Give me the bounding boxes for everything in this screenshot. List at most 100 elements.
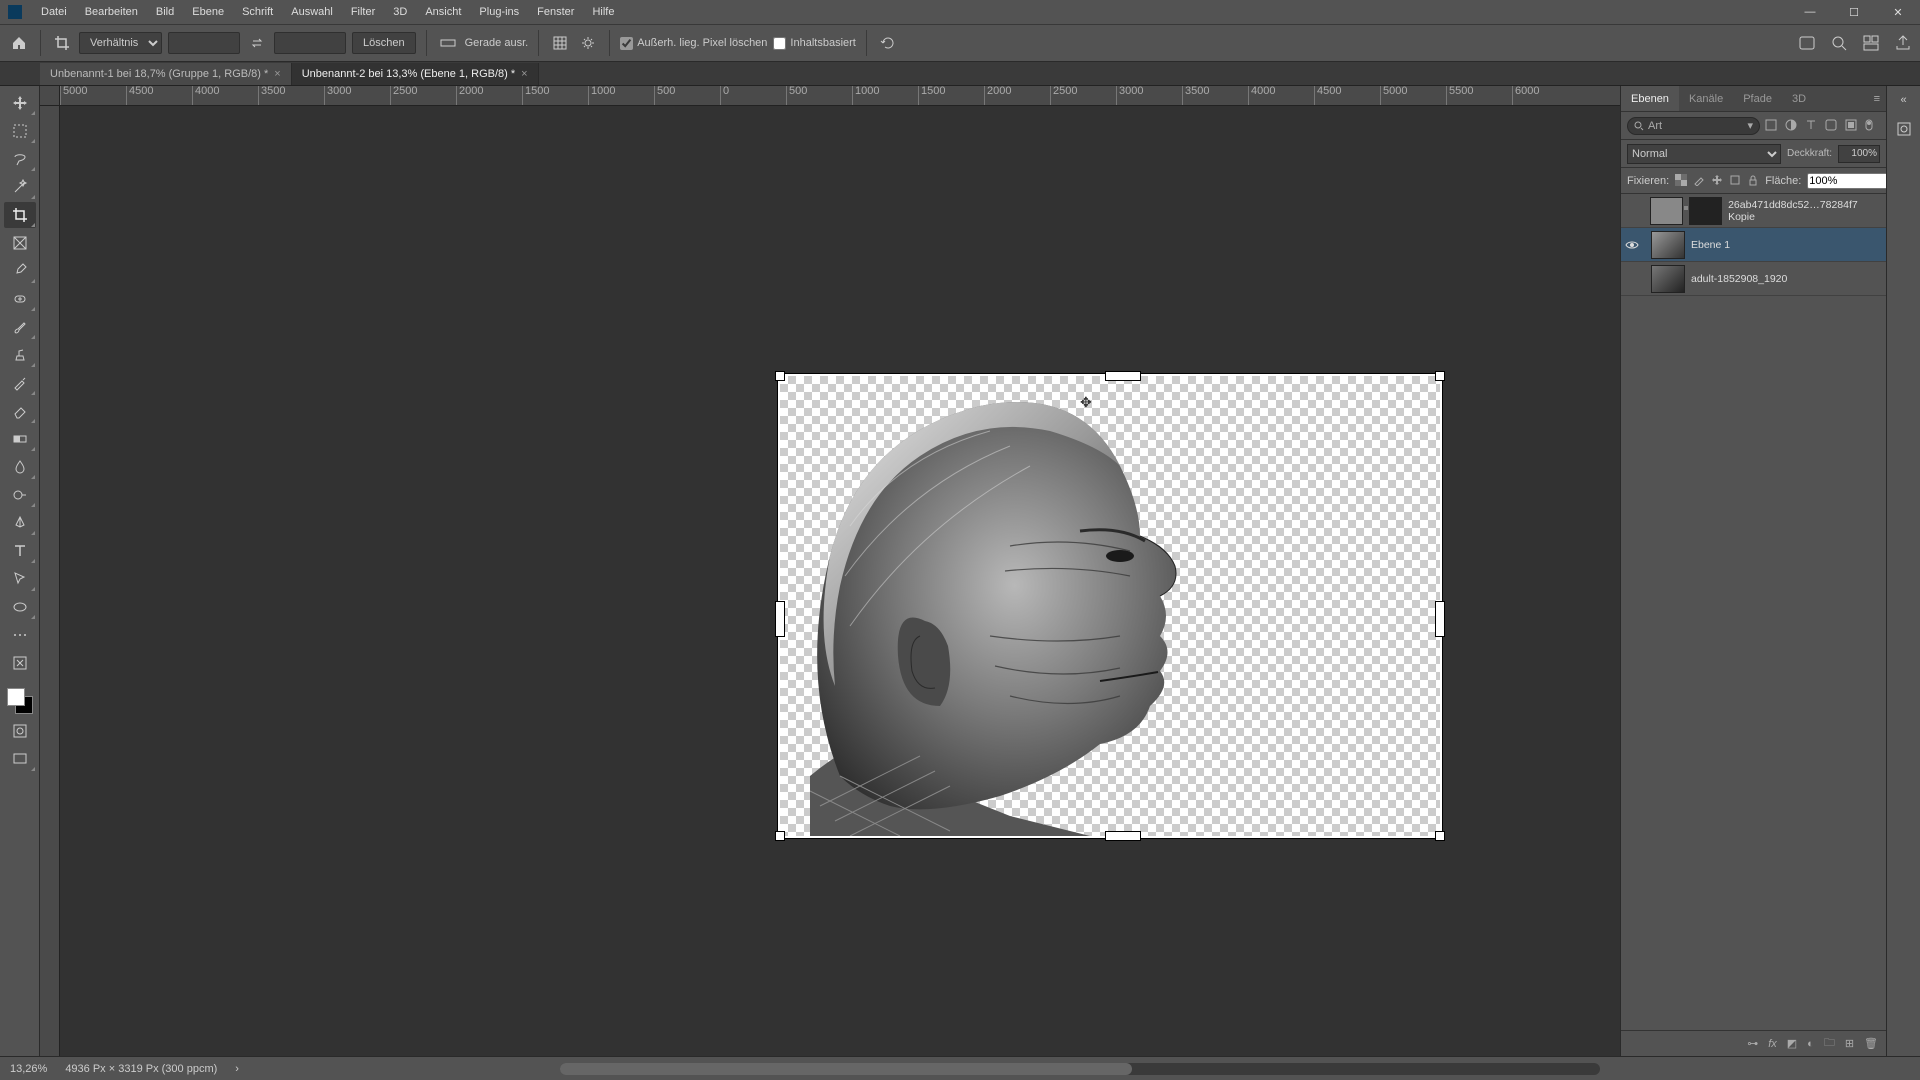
new-layer-icon[interactable]: ⊞ xyxy=(1845,1037,1854,1050)
menu-filter[interactable]: Filter xyxy=(342,6,384,18)
filter-adjust-icon[interactable] xyxy=(1784,118,1800,134)
filter-toggle[interactable] xyxy=(1864,118,1880,134)
menu-plugins[interactable]: Plug-ins xyxy=(470,6,528,18)
frame-tool[interactable] xyxy=(4,230,36,256)
tab-paths[interactable]: Pfade xyxy=(1733,86,1782,111)
search-icon[interactable] xyxy=(1830,34,1848,52)
home-icon[interactable] xyxy=(8,32,30,54)
window-close-button[interactable]: ✕ xyxy=(1876,0,1920,24)
layer-row[interactable]: Ebene 1 xyxy=(1621,228,1886,262)
layer-row[interactable]: 26ab471dd8dc52…78284f7 Kopie xyxy=(1621,194,1886,228)
straighten-icon[interactable] xyxy=(437,32,459,54)
info-chevron-icon[interactable]: › xyxy=(235,1063,239,1075)
clone-stamp-tool[interactable] xyxy=(4,342,36,368)
menu-3d[interactable]: 3D xyxy=(384,6,416,18)
menu-type[interactable]: Schrift xyxy=(233,6,282,18)
eraser-tool[interactable] xyxy=(4,398,36,424)
clear-button[interactable]: Löschen xyxy=(352,32,416,54)
layer-name[interactable]: adult-1852908_1920 xyxy=(1691,273,1787,285)
menu-image[interactable]: Bild xyxy=(147,6,183,18)
crop-tool[interactable] xyxy=(4,202,36,228)
brush-tool[interactable] xyxy=(4,314,36,340)
layer-mask-thumbnail[interactable] xyxy=(1689,197,1722,225)
edit-toolbar[interactable] xyxy=(4,650,36,676)
swap-dimensions-icon[interactable] xyxy=(246,32,268,54)
tab-channels[interactable]: Kanäle xyxy=(1679,86,1733,111)
shape-tool[interactable] xyxy=(4,594,36,620)
layer-thumbnail[interactable] xyxy=(1650,197,1683,225)
color-swatches[interactable] xyxy=(5,686,35,716)
crop-ratio-select[interactable]: Verhältnis xyxy=(79,32,162,54)
blend-mode-select[interactable]: Normal xyxy=(1627,144,1781,164)
tab-layers[interactable]: Ebenen xyxy=(1621,86,1679,111)
menu-file[interactable]: Datei xyxy=(32,6,76,18)
more-tools[interactable] xyxy=(4,622,36,648)
lock-all-icon[interactable] xyxy=(1747,174,1759,188)
menu-help[interactable]: Hilfe xyxy=(583,6,623,18)
workspace-icon[interactable] xyxy=(1862,34,1880,52)
zoom-level[interactable]: 13,26% xyxy=(10,1063,47,1075)
lock-position-icon[interactable] xyxy=(1711,174,1723,188)
window-minimize-button[interactable]: — xyxy=(1788,0,1832,24)
move-tool[interactable] xyxy=(4,90,36,116)
menu-layer[interactable]: Ebene xyxy=(183,6,233,18)
quick-mask-tool[interactable] xyxy=(4,718,36,744)
lock-pixels-icon[interactable] xyxy=(1693,174,1705,188)
document-info[interactable]: 4936 Px × 3319 Px (300 ppcm) xyxy=(65,1063,217,1075)
crop-width-field[interactable] xyxy=(168,32,240,54)
marquee-tool[interactable] xyxy=(4,118,36,144)
close-tab-icon[interactable]: × xyxy=(274,68,280,80)
properties-panel-icon[interactable] xyxy=(1895,120,1913,138)
layer-name[interactable]: 26ab471dd8dc52…78284f7 Kopie xyxy=(1728,199,1882,223)
filter-type-icon[interactable] xyxy=(1804,118,1820,134)
layer-visibility-toggle[interactable] xyxy=(1625,240,1645,250)
lock-transparency-icon[interactable] xyxy=(1675,174,1687,188)
menu-view[interactable]: Ansicht xyxy=(416,6,470,18)
eyedropper-tool[interactable] xyxy=(4,258,36,284)
layer-thumbnail[interactable] xyxy=(1651,265,1685,293)
dodge-tool[interactable] xyxy=(4,482,36,508)
cloud-docs-icon[interactable] xyxy=(1798,34,1816,52)
ruler-horizontal[interactable]: 5000450040003500300025002000150010005000… xyxy=(60,86,1620,106)
crop-settings-icon[interactable] xyxy=(577,32,599,54)
history-brush-tool[interactable] xyxy=(4,370,36,396)
share-icon[interactable] xyxy=(1894,34,1912,52)
healing-brush-tool[interactable] xyxy=(4,286,36,312)
filter-smart-icon[interactable] xyxy=(1844,118,1860,134)
overlay-grid-icon[interactable] xyxy=(549,32,571,54)
window-maximize-button[interactable]: ☐ xyxy=(1832,0,1876,24)
document-tab[interactable]: Unbenannt-1 bei 18,7% (Gruppe 1, RGB/8) … xyxy=(40,63,292,85)
adjustment-layer-icon[interactable]: ◐ xyxy=(1807,1038,1814,1050)
viewport[interactable]: ✥ xyxy=(60,106,1620,1056)
tab-3d[interactable]: 3D xyxy=(1782,86,1816,111)
delete-cropped-checkbox[interactable]: Außerh. lieg. Pixel löschen xyxy=(620,37,767,50)
magic-wand-tool[interactable] xyxy=(4,174,36,200)
path-selection-tool[interactable] xyxy=(4,566,36,592)
ruler-vertical[interactable] xyxy=(40,106,60,1056)
layer-filter-search[interactable]: Art ▾ xyxy=(1627,117,1760,135)
delete-layer-icon[interactable]: 🗑 xyxy=(1864,1037,1878,1050)
lasso-tool[interactable] xyxy=(4,146,36,172)
content-aware-checkbox[interactable]: Inhaltsbasiert xyxy=(773,37,855,50)
screen-mode-tool[interactable] xyxy=(4,746,36,772)
expand-panels-icon[interactable]: « xyxy=(1900,94,1906,106)
lock-artboard-icon[interactable] xyxy=(1729,174,1741,188)
crop-tool-icon[interactable] xyxy=(51,32,73,54)
opacity-field[interactable] xyxy=(1838,145,1880,163)
close-tab-icon[interactable]: × xyxy=(521,68,527,80)
link-layers-icon[interactable]: ⊶ xyxy=(1747,1037,1758,1050)
panel-menu-icon[interactable]: ≡ xyxy=(1868,93,1886,105)
document-tab[interactable]: Unbenannt-2 bei 13,3% (Ebene 1, RGB/8) *… xyxy=(292,63,539,85)
gradient-tool[interactable] xyxy=(4,426,36,452)
pen-tool[interactable] xyxy=(4,510,36,536)
layer-name[interactable]: Ebene 1 xyxy=(1691,239,1730,251)
filter-shape-icon[interactable] xyxy=(1824,118,1840,134)
ruler-origin[interactable] xyxy=(40,86,60,106)
document-canvas[interactable]: ✥ xyxy=(780,376,1440,836)
layer-group-icon[interactable]: 🗀 xyxy=(1824,1034,1835,1053)
layer-mask-icon[interactable]: ◩ xyxy=(1787,1037,1797,1050)
menu-select[interactable]: Auswahl xyxy=(282,6,342,18)
layer-row[interactable]: adult-1852908_1920 xyxy=(1621,262,1886,296)
menu-window[interactable]: Fenster xyxy=(528,6,583,18)
layer-fx-icon[interactable]: fx xyxy=(1768,1038,1777,1050)
